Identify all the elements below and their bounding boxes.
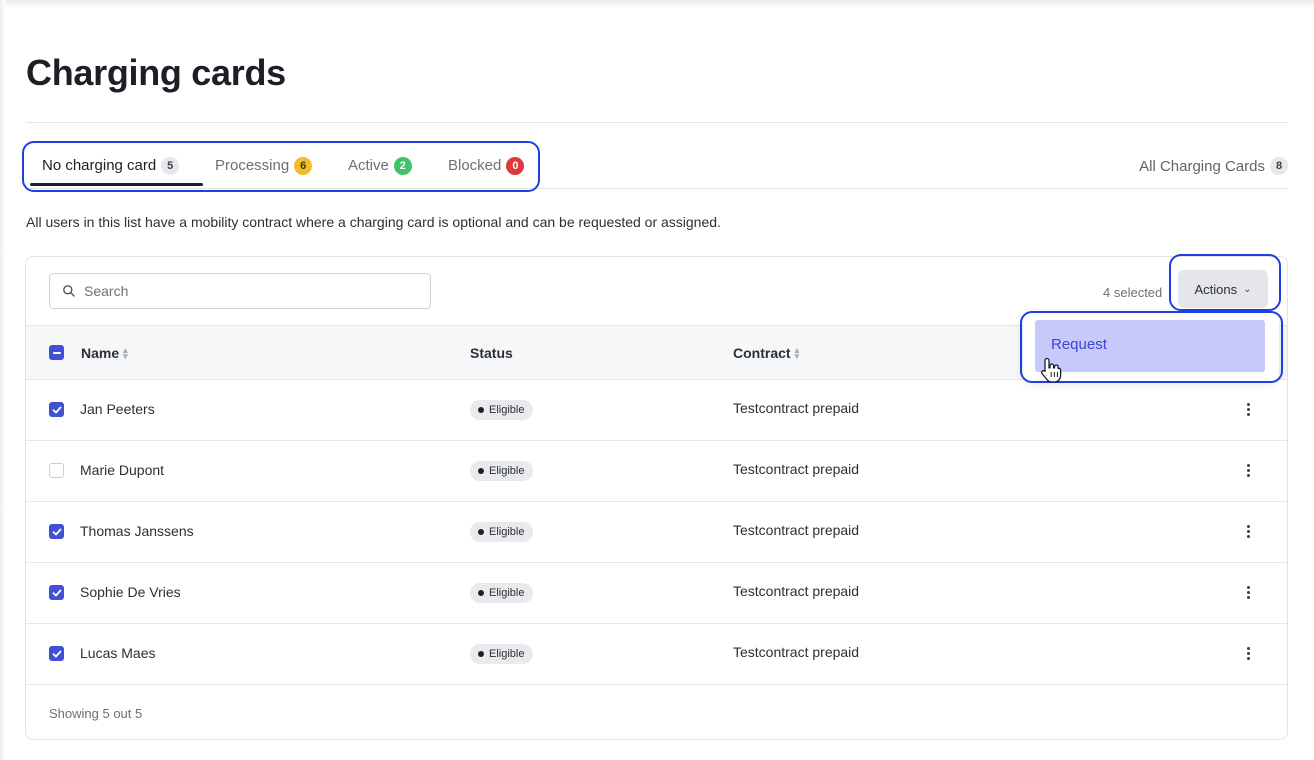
row-contract: Testcontract prepaid [733,644,860,660]
count-badge: 2 [393,157,412,175]
window-edge-left [0,0,6,760]
row-checkbox[interactable] [49,402,64,417]
status-badge: Eligible [470,461,534,481]
page-title: Charging cards [26,52,286,93]
row-checkbox[interactable] [49,463,64,478]
tab-all-charging-cards[interactable]: All Charging Cards 8 [1139,157,1288,175]
title-divider [26,122,1288,123]
row-menu-icon[interactable] [1240,520,1256,542]
tab-label: All Charging Cards [1139,157,1265,175]
status-label: Eligible [489,648,525,660]
status-badge: Eligible [470,644,534,664]
row-contract: Testcontract prepaid [733,400,860,416]
check-icon [52,650,61,657]
status-badge: Eligible [470,522,534,542]
column-header-contract[interactable]: Contract ▴ ▾ [733,345,799,361]
actions-button[interactable]: Actions ⌄ [1178,270,1268,308]
column-header-status: Status [470,345,513,361]
row-name: Marie Dupont [80,462,165,478]
check-icon [52,589,61,596]
status-label: Eligible [489,587,525,599]
row-name: Sophie De Vries [80,584,181,600]
count-badge: 8 [1270,157,1288,175]
row-name: Lucas Maes [80,645,156,661]
row-contract: Testcontract prepaid [733,461,860,477]
row-checkbox[interactable] [49,585,64,600]
tab-processing[interactable]: Processing 6 [215,148,313,186]
row-menu-icon[interactable] [1240,642,1256,664]
status-label: Eligible [489,526,525,538]
select-all-checkbox[interactable] [49,345,64,360]
count-badge: 0 [506,157,525,175]
search-input[interactable] [84,283,414,299]
column-header-name[interactable]: Name ▴ ▾ [81,345,128,361]
tab-blocked[interactable]: Blocked 0 [448,148,525,186]
table-row[interactable]: Jan Peeters Eligible Testcontract prepai… [26,380,1287,441]
check-icon [52,528,61,535]
actions-label: Actions [1194,281,1238,297]
status-badge: Eligible [470,400,534,420]
count-badge: 6 [294,157,313,175]
pagination-summary: Showing 5 out 5 [49,706,143,721]
check-icon [52,406,61,413]
table-row[interactable]: Sophie De Vries Eligible Testcontract pr… [26,563,1287,624]
sort-icon: ▴ ▾ [123,345,128,361]
info-text: All users in this list have a mobility c… [26,214,721,230]
table-row[interactable]: Thomas Janssens Eligible Testcontract pr… [26,502,1287,563]
row-checkbox[interactable] [49,524,64,539]
status-label: Eligible [489,465,525,477]
search-icon [63,285,75,297]
row-menu-icon[interactable] [1240,581,1256,603]
row-name: Jan Peeters [80,401,155,417]
row-name: Thomas Janssens [80,523,194,539]
menu-item-label: Request [1051,336,1107,353]
tab-label: Active [348,157,389,174]
tab-label: Processing [215,157,290,174]
row-menu-icon[interactable] [1240,398,1256,420]
tab-label: No charging card [42,157,157,174]
hand-pointer-cursor-icon [1041,357,1062,383]
row-menu-icon[interactable] [1240,459,1256,481]
sort-icon: ▴ ▾ [794,345,800,361]
status-dot-icon [478,468,484,474]
column-label: Name [81,345,120,361]
count-badge: 5 [161,157,180,175]
status-badge: Eligible [470,583,534,603]
tab-bar: No charging card 5 Processing 6 Active 2… [26,148,1288,189]
menu-item-request[interactable]: Request [1035,320,1265,372]
tab-no-charging-card[interactable]: No charging card 5 [42,148,180,186]
table-row[interactable]: Lucas Maes Eligible Testcontract prepaid [26,624,1287,685]
active-tab-indicator [30,183,203,186]
status-dot-icon [478,529,484,535]
row-contract: Testcontract prepaid [733,522,860,538]
tab-label: Blocked [448,157,502,174]
table-row[interactable]: Marie Dupont Eligible Testcontract prepa… [26,441,1287,502]
row-checkbox[interactable] [49,646,64,661]
tab-active[interactable]: Active 2 [348,148,412,186]
status-dot-icon [478,590,484,596]
window-edge-top [0,0,1314,8]
row-contract: Testcontract prepaid [733,583,860,599]
column-label: Status [470,345,513,361]
status-dot-icon [478,651,484,657]
search-box[interactable] [49,273,431,309]
column-label: Contract [733,345,791,361]
chevron-down-icon: ⌄ [1243,283,1252,295]
selected-count: 4 selected [1103,285,1163,300]
status-label: Eligible [489,404,525,416]
status-dot-icon [478,407,484,413]
